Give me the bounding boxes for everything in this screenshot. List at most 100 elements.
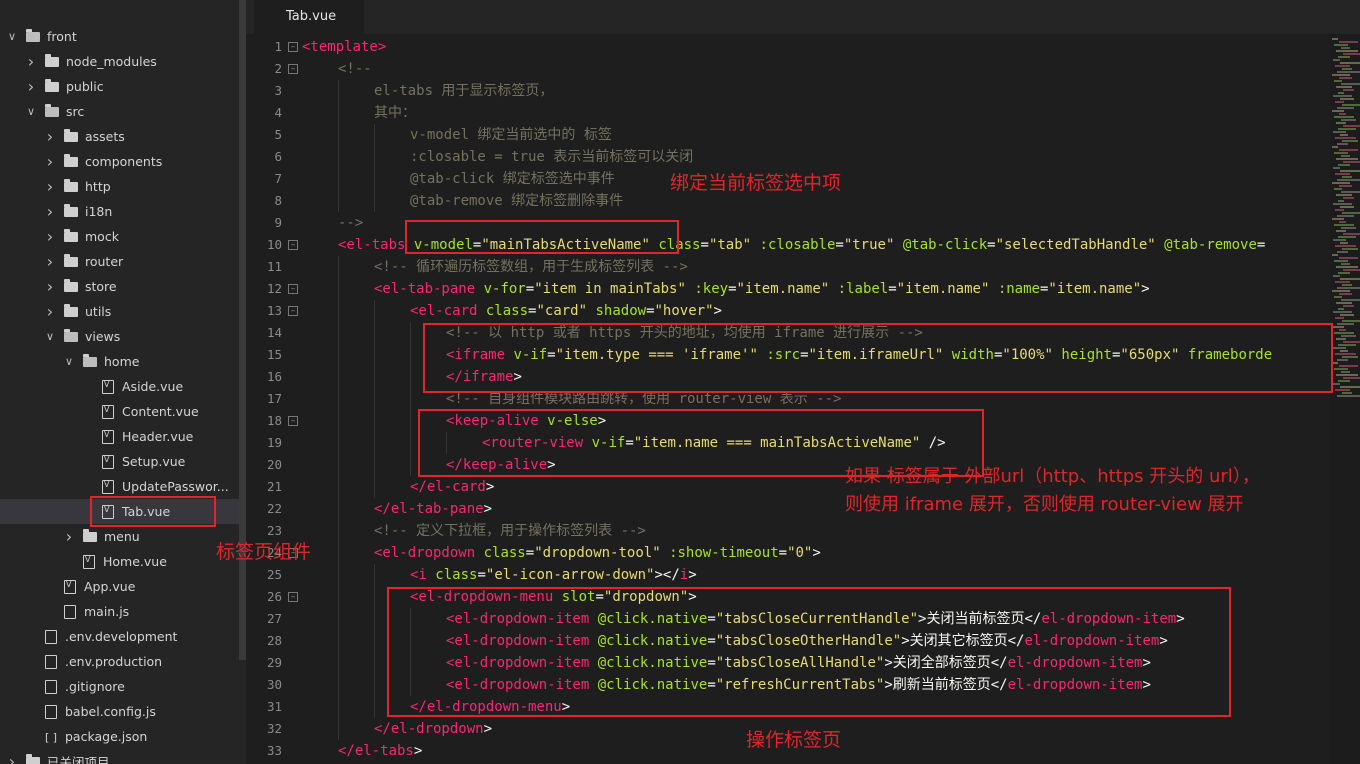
sidebar-item[interactable]: Home.vue bbox=[0, 549, 239, 574]
code-line[interactable]: @tab-click 绑定标签选中事件 bbox=[410, 168, 615, 190]
sidebar-item[interactable]: Content.vue bbox=[0, 399, 239, 424]
sidebar-item[interactable]: › http bbox=[0, 174, 239, 199]
indent-guide bbox=[374, 630, 375, 652]
code-line[interactable]: @tab-remove 绑定标签删除事件 bbox=[410, 190, 623, 212]
minimap-line bbox=[1341, 191, 1360, 193]
sidebar-item[interactable]: › assets bbox=[0, 124, 239, 149]
chevron-down-icon[interactable]: ∨ bbox=[63, 355, 75, 368]
sidebar-item[interactable]: ∨ views bbox=[0, 324, 239, 349]
code-line[interactable]: </el-card> bbox=[410, 476, 494, 498]
chevron-right-icon[interactable]: › bbox=[44, 302, 56, 321]
line-number: 13 bbox=[266, 303, 282, 318]
sidebar-item[interactable]: › router bbox=[0, 249, 239, 274]
code-line[interactable]: <template> bbox=[302, 36, 386, 58]
line-number: 5 bbox=[274, 127, 282, 142]
code-line[interactable]: :closable = true 表示当前标签可以关闭 bbox=[410, 146, 693, 168]
minimap-line bbox=[1333, 347, 1346, 349]
minimap-line bbox=[1332, 182, 1350, 184]
code-token: = bbox=[1256, 237, 1266, 253]
chevron-right-icon[interactable]: › bbox=[63, 527, 75, 546]
sidebar-item[interactable]: › menu bbox=[0, 524, 239, 549]
chevron-right-icon[interactable]: › bbox=[25, 77, 37, 96]
sidebar-item[interactable]: ∨ front bbox=[0, 24, 239, 49]
chevron-right-icon[interactable]: › bbox=[44, 202, 56, 221]
indent-guide bbox=[374, 476, 375, 498]
code-line[interactable]: <el-dropdown class="dropdown-tool" :show… bbox=[374, 542, 821, 564]
code-line[interactable]: </el-tabs> bbox=[338, 740, 422, 762]
sidebar-item[interactable]: Setup.vue bbox=[0, 449, 239, 474]
sidebar-item[interactable]: › public bbox=[0, 74, 239, 99]
code-line[interactable]: <el-card class="card" shadow="hover"> bbox=[410, 300, 722, 322]
sidebar-item[interactable]: Header.vue bbox=[0, 424, 239, 449]
minimap[interactable] bbox=[1330, 34, 1360, 764]
folder-icon bbox=[45, 78, 59, 92]
chevron-right-icon[interactable]: › bbox=[44, 252, 56, 271]
code-line[interactable]: <!-- 定义下拉框，用于操作标签列表 --> bbox=[374, 520, 646, 542]
folder-icon bbox=[83, 528, 97, 542]
annotation-bind-tab: 绑定当前标签选中项 bbox=[670, 172, 842, 194]
vue-file-icon bbox=[102, 404, 114, 419]
sidebar-item[interactable]: main.js bbox=[0, 599, 239, 624]
fold-toggle-icon[interactable]: − bbox=[288, 284, 298, 294]
minimap-line bbox=[1338, 56, 1350, 58]
sidebar-item[interactable]: › node_modules bbox=[0, 49, 239, 74]
chevron-right-icon[interactable]: › bbox=[25, 52, 37, 71]
line-number: 4 bbox=[274, 105, 282, 120]
indent-guide bbox=[338, 256, 339, 278]
sidebar-item[interactable]: › 已关闭项目 bbox=[0, 749, 239, 764]
code-line[interactable]: <i class="el-icon-arrow-down"></i> bbox=[410, 564, 697, 586]
sidebar-item[interactable]: › utils bbox=[0, 299, 239, 324]
chevron-right-icon[interactable]: › bbox=[44, 227, 56, 246]
sidebar-item-label: http bbox=[85, 179, 111, 194]
indent-guide bbox=[338, 608, 339, 630]
code-line[interactable]: <!-- 循环遍历标签数组，用于生成标签列表 --> bbox=[374, 256, 688, 278]
fold-toggle-icon[interactable]: − bbox=[288, 42, 298, 52]
chevron-right-icon[interactable]: › bbox=[6, 752, 18, 764]
code-line[interactable]: <!-- bbox=[338, 58, 372, 80]
chevron-down-icon[interactable]: ∨ bbox=[6, 30, 18, 43]
chevron-right-icon[interactable]: › bbox=[44, 152, 56, 171]
sidebar-item[interactable]: › mock bbox=[0, 224, 239, 249]
sidebar-item[interactable]: Aside.vue bbox=[0, 374, 239, 399]
sidebar-item[interactable]: babel.config.js bbox=[0, 699, 239, 724]
fold-toggle-icon[interactable]: − bbox=[288, 64, 298, 74]
chevron-right-icon[interactable]: › bbox=[44, 277, 56, 296]
sidebar-item[interactable]: .env.development bbox=[0, 624, 239, 649]
code-line[interactable]: </el-tab-pane> bbox=[374, 498, 492, 520]
code-token: <!-- 自身组件模块路由跳转，使用 router-view 表示 --> bbox=[446, 391, 842, 407]
tab-tab-vue[interactable]: Tab.vue bbox=[254, 0, 364, 34]
highlight-box-dropdown-menu bbox=[387, 587, 1231, 717]
sidebar-item[interactable]: ∨ src bbox=[0, 99, 239, 124]
folder-icon bbox=[83, 353, 97, 367]
sidebar-item[interactable]: [ ] package.json bbox=[0, 724, 239, 749]
sidebar-item[interactable]: ∨ home bbox=[0, 349, 239, 374]
sidebar-item[interactable]: .gitignore bbox=[0, 674, 239, 699]
code-line[interactable]: v-model 绑定当前选中的 标签 bbox=[410, 124, 612, 146]
minimap-line bbox=[1335, 317, 1344, 319]
code-line[interactable]: </el-dropdown> bbox=[374, 718, 492, 740]
sidebar-item[interactable]: › components bbox=[0, 149, 239, 174]
code-line[interactable]: --> bbox=[338, 212, 363, 234]
code-line[interactable]: el-tabs 用于显示标签页， bbox=[374, 80, 553, 102]
code-token: "0" bbox=[787, 545, 813, 561]
code-line[interactable]: <el-tab-pane v-for="item in mainTabs" :k… bbox=[374, 278, 1150, 300]
sidebar-item[interactable]: › store bbox=[0, 274, 239, 299]
code-line[interactable]: 其中： bbox=[374, 102, 416, 124]
fold-toggle-icon[interactable]: − bbox=[288, 416, 298, 426]
fold-toggle-icon[interactable]: − bbox=[288, 592, 298, 602]
sidebar-item[interactable]: .env.production bbox=[0, 649, 239, 674]
code-token: @tab-click bbox=[902, 237, 988, 253]
sidebar-item[interactable]: App.vue bbox=[0, 574, 239, 599]
sidebar-item[interactable]: › i18n bbox=[0, 199, 239, 224]
fold-toggle-icon[interactable]: − bbox=[288, 306, 298, 316]
indent-guide bbox=[410, 432, 411, 454]
chevron-down-icon[interactable]: ∨ bbox=[25, 105, 37, 118]
minimap-line bbox=[1339, 77, 1352, 79]
chevron-down-icon[interactable]: ∨ bbox=[44, 330, 56, 343]
chevron-right-icon[interactable]: › bbox=[44, 177, 56, 196]
line-number: 17 bbox=[266, 391, 282, 406]
chevron-right-icon[interactable]: › bbox=[44, 127, 56, 146]
minimap-line bbox=[1341, 371, 1350, 373]
line-number: 3 bbox=[274, 83, 282, 98]
fold-toggle-icon[interactable]: − bbox=[288, 240, 298, 250]
